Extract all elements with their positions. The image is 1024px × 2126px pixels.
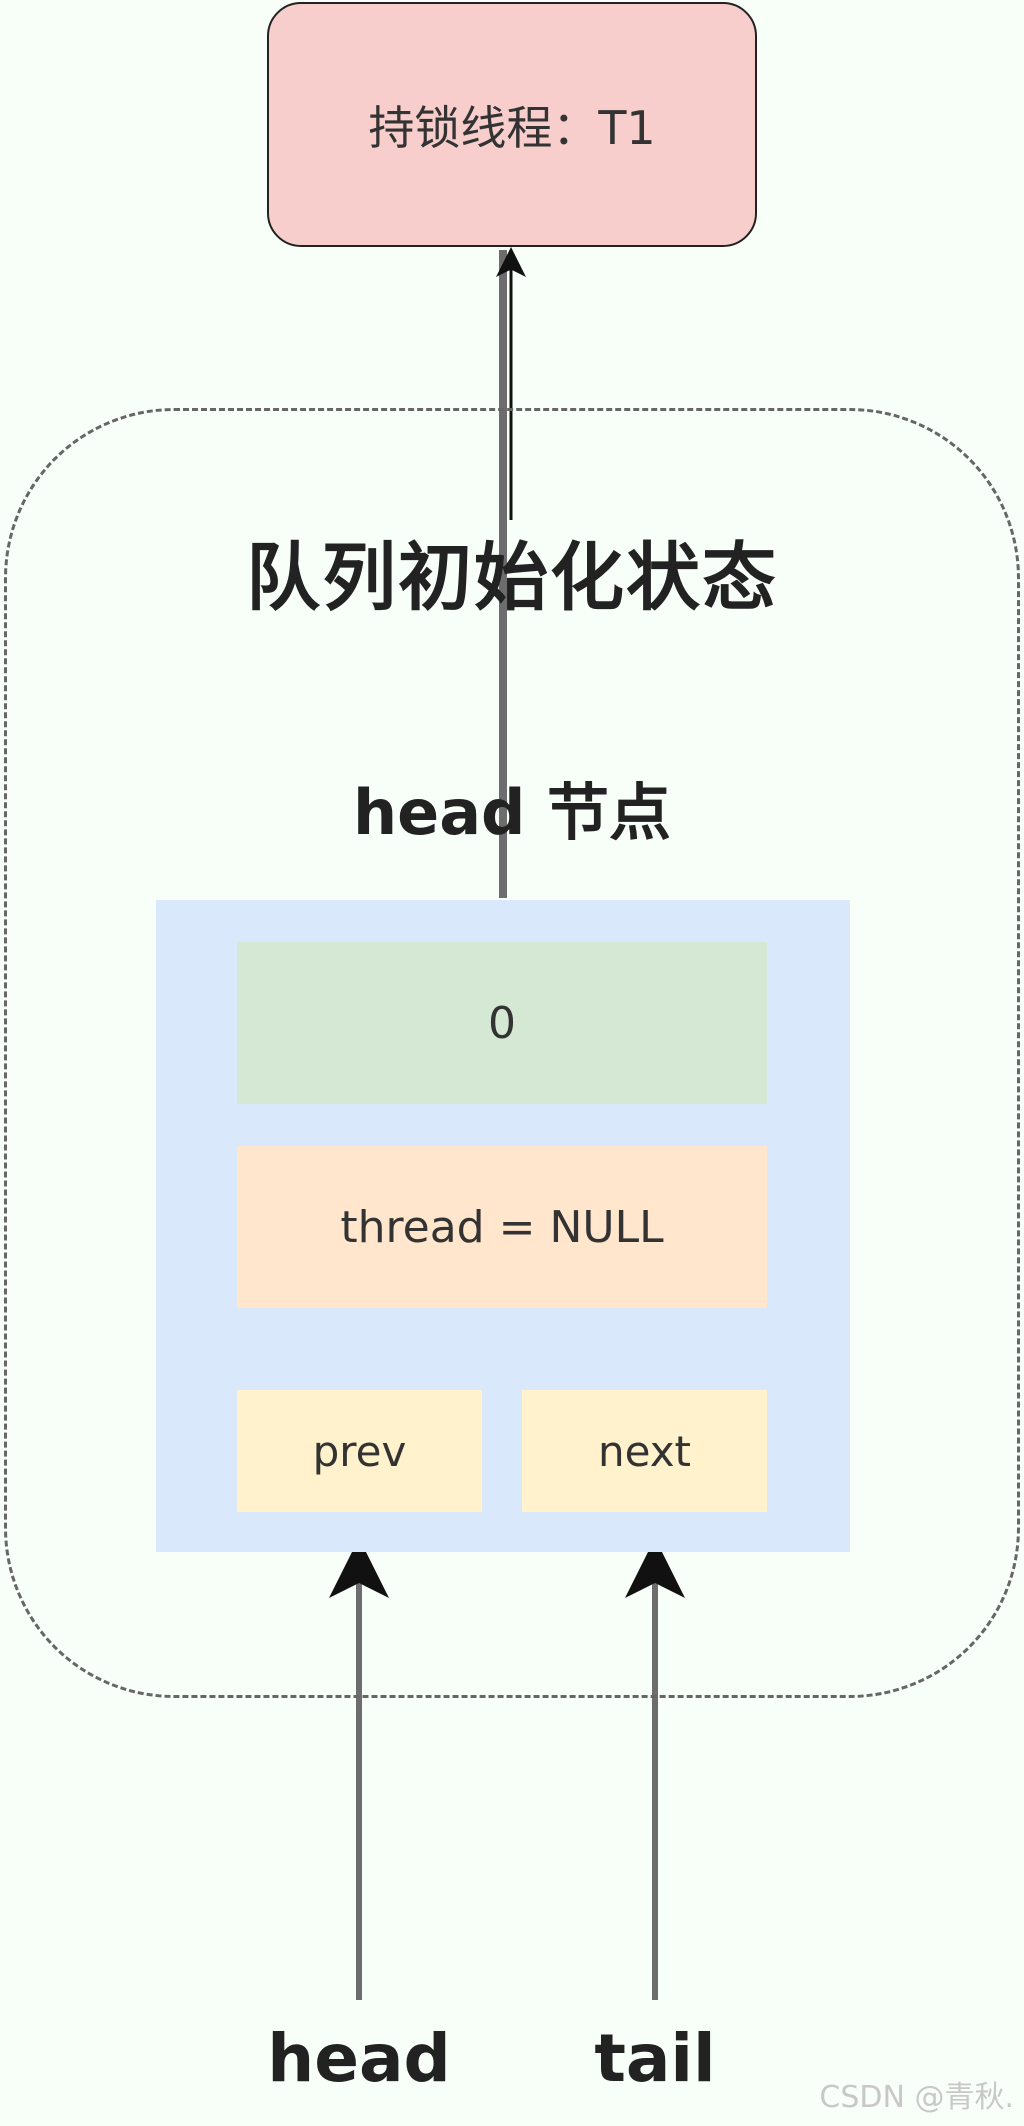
- node-next-field: next: [522, 1390, 767, 1512]
- node-prev-field: prev: [237, 1390, 482, 1512]
- watermark: CSDN @青秋.: [819, 2080, 1014, 2115]
- lock-holder-label: 持锁线程：T1: [368, 100, 656, 155]
- node-state-value: 0: [488, 997, 516, 1049]
- lock-holder-box: 持锁线程：T1: [267, 2, 757, 247]
- diagram-canvas: 持锁线程：T1 队列初始化状态 head 节点 0 thread = NULL …: [0, 0, 1024, 2126]
- head-pointer-label: head: [267, 2020, 451, 2097]
- node-thread-value: thread = NULL: [340, 1201, 664, 1253]
- node-state-field: 0: [237, 942, 767, 1104]
- node-thread-field: thread = NULL: [237, 1146, 767, 1308]
- head-node-title: head 节点: [353, 776, 671, 849]
- tail-pointer-label: tail: [594, 2020, 716, 2097]
- node-next-label: next: [597, 1426, 692, 1476]
- node-prev-label: prev: [312, 1426, 407, 1476]
- queue-title: 队列初始化状态: [246, 535, 778, 621]
